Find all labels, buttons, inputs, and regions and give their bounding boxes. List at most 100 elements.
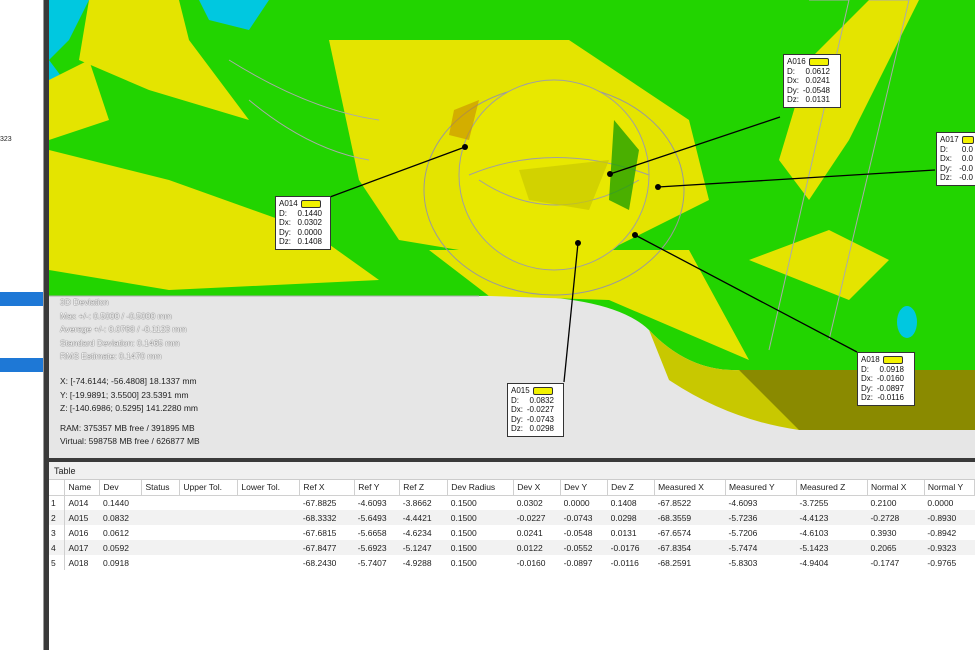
column-header[interactable]: Dev X bbox=[513, 480, 562, 496]
table-cell: -5.8303 bbox=[728, 557, 758, 568]
column-header[interactable]: Dev bbox=[99, 480, 143, 496]
info-ram: RAM: 375357 MB free / 391895 MB bbox=[60, 422, 195, 433]
callout-name: A017 bbox=[940, 135, 959, 144]
column-header[interactable]: Normal X bbox=[867, 480, 925, 496]
callout-name: A014 bbox=[279, 199, 298, 208]
table-row[interactable]: 2 A015 0.0832 -68.3332 -5.6493 -4.4421 0.1500-… bbox=[49, 510, 975, 525]
table-cell bbox=[237, 510, 300, 525]
value-dx: 0.0302 bbox=[297, 218, 322, 227]
label-dy: Dy: bbox=[279, 227, 291, 237]
label-dy: Dy: bbox=[940, 163, 952, 173]
table-cell bbox=[237, 540, 300, 555]
table-cell: -68.3332 bbox=[299, 510, 355, 525]
column-header[interactable]: Name bbox=[64, 480, 101, 496]
column-header[interactable]: Lower Tol. bbox=[237, 480, 301, 496]
callout-a015[interactable]: A015 D: 0.0832 Dx: -0.0227 Dy: -0.0743 Dz: 0… bbox=[507, 383, 564, 437]
label-d: D: bbox=[279, 208, 287, 218]
column-header[interactable]: Status bbox=[141, 480, 181, 496]
label-dx: Dx: bbox=[787, 76, 799, 85]
value-dz: 0.0298 bbox=[529, 424, 554, 433]
row-index: 5 bbox=[49, 555, 66, 570]
column-header[interactable]: Dev Y bbox=[560, 480, 609, 496]
table-cell: -68.2591 bbox=[657, 557, 692, 568]
table-cell: -5.1423 bbox=[796, 540, 868, 555]
table-cell: -0.1747 bbox=[870, 557, 900, 568]
label-dy: Dy: bbox=[511, 414, 523, 424]
column-header[interactable]: Ref Z bbox=[399, 480, 449, 496]
value-d: 0.0918 bbox=[879, 364, 904, 374]
table-body: 1 A014 0.1440 -67.8825 -4.6093 -3.8662 0.1500 0… bbox=[49, 495, 975, 570]
value-d: 0.1440 bbox=[297, 208, 322, 218]
table-cell: -68.3559 bbox=[654, 510, 726, 525]
table-title: Table bbox=[49, 462, 975, 480]
column-header[interactable]: Measured Y bbox=[725, 480, 797, 496]
column-header[interactable]: Measured X bbox=[654, 480, 727, 496]
label-d: D: bbox=[511, 395, 519, 405]
color-swatch bbox=[808, 57, 829, 66]
table-cell: 0.1500 bbox=[447, 510, 514, 525]
table-panel: Table Name Dev Status Upper Tol. Lower Tol. R… bbox=[49, 462, 975, 650]
table-cell bbox=[142, 495, 180, 510]
table-cell: -4.6093 bbox=[357, 497, 387, 508]
callout-name: A016 bbox=[787, 57, 806, 66]
column-header[interactable]: Ref Y bbox=[354, 480, 401, 496]
table-cell: -3.8662 bbox=[402, 497, 432, 508]
table-cell bbox=[142, 525, 180, 540]
value-dx: 0.0 bbox=[961, 154, 973, 163]
table-cell: -5.7206 bbox=[728, 527, 758, 538]
results-table: Name Dev Status Upper Tol. Lower Tol. Ref X Re… bbox=[49, 480, 975, 570]
table-cell: 0.0241 bbox=[516, 527, 543, 538]
color-swatch bbox=[532, 386, 553, 395]
table-cell: -4.6093 bbox=[728, 497, 758, 508]
table-cell: -0.0743 bbox=[560, 510, 608, 525]
table-cell bbox=[238, 555, 300, 570]
table-cell: 0.0000 bbox=[563, 497, 590, 508]
value-dx: -0.0160 bbox=[876, 374, 904, 383]
callout-a017[interactable]: A017 D: 0.0 Dx: 0.0 Dy: -0.0 Dz: -0.0 bbox=[936, 132, 975, 186]
callout-a014[interactable]: A014 D: 0.1440 Dx: 0.0302 Dy: 0.0000 Dz: 0.1… bbox=[275, 196, 331, 250]
deviation-info: 3D Deviation Max +/-: 0.5000 / -0.5000 m… bbox=[60, 296, 187, 364]
table-row[interactable]: 1 A014 0.1440 -67.8825 -4.6093 -3.8662 0.1500 0… bbox=[49, 495, 975, 510]
table-row[interactable]: 3 A016 0.0612 -67.6815 -5.6658 -4.6234 0.1500 0… bbox=[49, 525, 975, 540]
callout-a018[interactable]: A018 D: 0.0918 Dx: -0.0160 Dy: -0.0897 Dz: -… bbox=[857, 352, 915, 406]
table-cell: A014 bbox=[68, 497, 89, 508]
3d-viewport[interactable]: 3D Deviation Max +/-: 0.5000 / -0.5000 m… bbox=[49, 0, 975, 458]
table-cell bbox=[141, 510, 180, 525]
table-cell: -0.0552 bbox=[560, 540, 608, 555]
table-cell: 0.1500 bbox=[447, 540, 514, 555]
column-header[interactable]: Upper Tol. bbox=[179, 480, 239, 496]
callout-a016[interactable]: A016 D: 0.0612 Dx: 0.0241 Dy: -0.0548 Dz: 0.… bbox=[783, 54, 841, 108]
left-panel-selected-row[interactable] bbox=[0, 292, 43, 306]
table-cell: -4.6103 bbox=[799, 527, 829, 538]
table-cell bbox=[142, 555, 180, 570]
table-cell: -0.2728 bbox=[867, 510, 925, 525]
color-swatch bbox=[882, 355, 903, 364]
value-dx: -0.0227 bbox=[526, 405, 554, 414]
column-header[interactable]: Dev Z bbox=[607, 480, 656, 496]
column-header[interactable]: Ref X bbox=[299, 480, 356, 496]
table-row[interactable]: 4 A017 0.0592 -67.8477 -5.6923 -5.1247 0.1500 0… bbox=[49, 540, 975, 555]
table-cell: -5.7236 bbox=[725, 510, 797, 525]
table-cell: -5.7407 bbox=[357, 557, 387, 568]
column-header[interactable]: Dev Radius bbox=[447, 480, 515, 496]
column-header[interactable]: Normal Y bbox=[924, 480, 975, 496]
table-cell: -0.8942 bbox=[927, 527, 957, 538]
value-d: 0.0832 bbox=[529, 395, 554, 405]
table-cell: 0.0592 bbox=[99, 540, 142, 555]
label-dz: Dz: bbox=[279, 237, 291, 246]
table-cell: 0.0612 bbox=[102, 527, 129, 538]
table-row[interactable]: 5 A018 0.0918 -68.2430 -5.7407 -4.9288 0.1500 -… bbox=[49, 555, 975, 570]
table-cell: -4.4421 bbox=[399, 510, 448, 525]
value-dy: 0.0000 bbox=[297, 227, 322, 237]
label-dz: Dz: bbox=[940, 173, 952, 182]
table-cell: -67.6574 bbox=[657, 527, 692, 538]
label-dx: Dx: bbox=[940, 154, 952, 163]
value-dz: 0.1408 bbox=[297, 237, 322, 246]
column-header[interactable]: Measured Z bbox=[796, 480, 868, 496]
table-cell: 0.0832 bbox=[99, 510, 142, 525]
left-panel-selected-row[interactable] bbox=[0, 358, 43, 372]
table-cell: -67.8354 bbox=[654, 540, 726, 555]
table-cell: -5.6658 bbox=[357, 527, 387, 538]
label-d: D: bbox=[787, 66, 795, 76]
table-cell bbox=[238, 525, 300, 540]
